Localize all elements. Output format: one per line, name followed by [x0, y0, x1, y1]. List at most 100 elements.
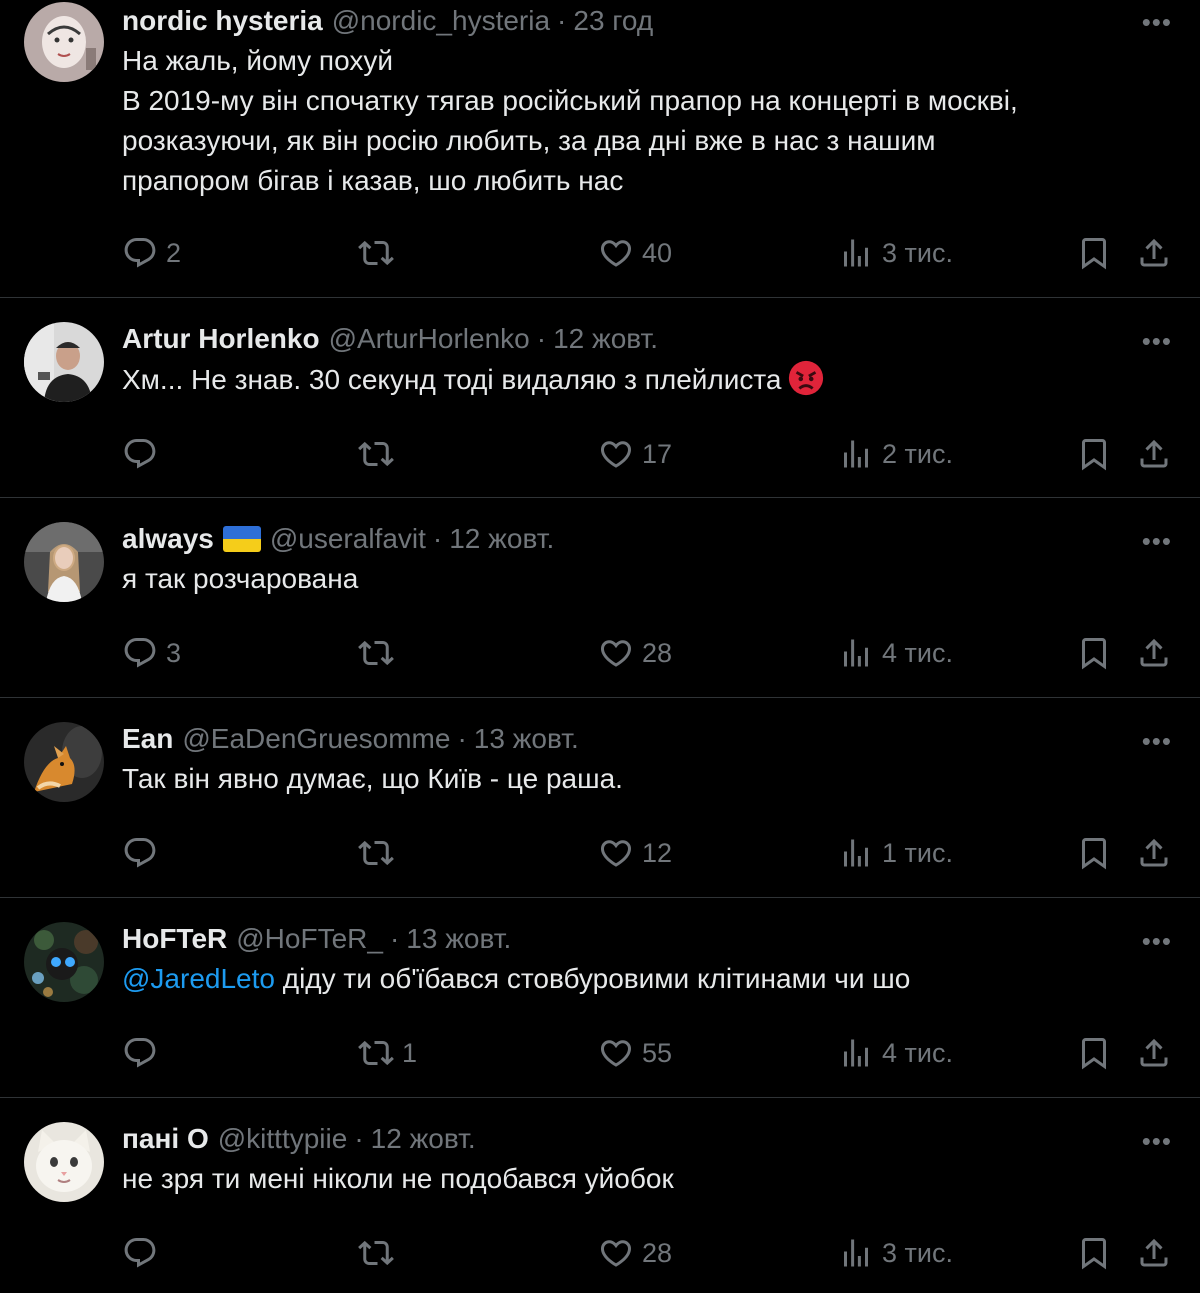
like-count: 40: [642, 237, 673, 268]
like-button[interactable]: 17: [598, 424, 672, 484]
tweet-text-line: прапором бігав і казав, шо любить нас: [122, 165, 624, 196]
display-name[interactable]: always: [122, 519, 214, 559]
reply-icon: [122, 1035, 158, 1071]
display-name[interactable]: пані О: [122, 1119, 209, 1159]
display-name[interactable]: Ean: [122, 719, 173, 759]
avatar[interactable]: [24, 2, 104, 82]
user-handle[interactable]: @ArturHorlenko: [329, 319, 530, 359]
tweet[interactable]: nordic hysteria @nordic_hysteria · 23 го…: [0, 0, 1200, 298]
like-button[interactable]: 40: [598, 223, 672, 283]
mention-link[interactable]: @JaredLeto: [122, 963, 275, 994]
bookmark-button[interactable]: [1076, 1223, 1112, 1283]
avatar[interactable]: [24, 522, 104, 602]
timestamp[interactable]: 12 жовт.: [449, 519, 554, 559]
bookmark-icon: [1076, 835, 1112, 871]
like-count: 28: [642, 637, 673, 668]
retweet-button[interactable]: 1: [358, 1023, 417, 1083]
like-button[interactable]: 28: [598, 1223, 672, 1283]
bookmark-button[interactable]: [1076, 424, 1112, 484]
share-button[interactable]: [1136, 424, 1172, 484]
more-options-icon[interactable]: •••: [1142, 1128, 1172, 1154]
user-handle[interactable]: @useralfavit: [270, 519, 426, 559]
bar-chart-icon: [838, 835, 874, 871]
tweet[interactable]: always @useralfavit · 12 жовт. ••• я так…: [0, 498, 1200, 698]
tweet-text-line: В 2019-му він спочатку тягав російський …: [122, 85, 1018, 116]
display-name[interactable]: Artur Horlenko: [122, 319, 320, 359]
tweet-text: не зря ти мені ніколи не подобався уйобо…: [122, 1163, 674, 1194]
avatar[interactable]: [24, 322, 104, 402]
tweet[interactable]: Artur Horlenko @ArturHorlenko · 12 жовт.…: [0, 298, 1200, 498]
display-name[interactable]: HoFTeR: [122, 919, 227, 959]
bookmark-button[interactable]: [1076, 623, 1112, 683]
view-count: 2 тис.: [882, 438, 953, 469]
user-handle[interactable]: @kitttypiie: [218, 1119, 348, 1159]
bookmark-button[interactable]: [1076, 223, 1112, 283]
retweet-icon: [358, 1235, 394, 1271]
share-icon: [1136, 635, 1172, 671]
reply-button[interactable]: [122, 1023, 166, 1083]
share-button[interactable]: [1136, 1223, 1172, 1283]
user-handle[interactable]: @nordic_hysteria: [332, 1, 550, 41]
views-button[interactable]: 4 тис.: [838, 623, 953, 683]
timestamp[interactable]: 12 жовт.: [371, 1119, 476, 1159]
reply-button[interactable]: [122, 424, 166, 484]
avatar[interactable]: [24, 1122, 104, 1202]
separator-dot: ·: [389, 923, 400, 954]
tweet-text: @JaredLeto діду ти об'їбався стовбуровим…: [122, 959, 1170, 999]
timestamp[interactable]: 12 жовт.: [553, 319, 658, 359]
reply-button[interactable]: [122, 823, 166, 883]
reply-count: 2: [166, 237, 182, 268]
retweet-button[interactable]: [358, 424, 402, 484]
like-button[interactable]: 28: [598, 623, 672, 683]
like-button[interactable]: 12: [598, 823, 672, 883]
share-button[interactable]: [1136, 223, 1172, 283]
views-button[interactable]: 1 тис.: [838, 823, 953, 883]
bar-chart-icon: [838, 635, 874, 671]
user-handle[interactable]: @EaDenGruesomme: [182, 719, 450, 759]
reply-button[interactable]: [122, 1223, 166, 1283]
share-icon: [1136, 436, 1172, 472]
tweet[interactable]: HoFTeR @HoFTeR_ · 13 жовт. ••• @JaredLet…: [0, 898, 1200, 1098]
share-button[interactable]: [1136, 823, 1172, 883]
avatar[interactable]: [24, 722, 104, 802]
tweet[interactable]: пані О @kitttypiie · 12 жовт. ••• не зря…: [0, 1098, 1200, 1293]
tweet[interactable]: Ean @EaDenGruesomme · 13 жовт. ••• Так в…: [0, 698, 1200, 898]
bookmark-button[interactable]: [1076, 1023, 1112, 1083]
more-options-icon[interactable]: •••: [1142, 928, 1172, 954]
share-button[interactable]: [1136, 623, 1172, 683]
more-options-icon[interactable]: •••: [1142, 728, 1172, 754]
tweet-text: я так розчарована: [122, 563, 359, 594]
timestamp[interactable]: 13 жовт.: [474, 719, 579, 759]
separator-dot: ·: [354, 1123, 364, 1154]
like-button[interactable]: 55: [598, 1023, 672, 1083]
retweet-button[interactable]: [358, 223, 402, 283]
timestamp[interactable]: 23 год: [573, 1, 653, 41]
heart-icon: [598, 635, 634, 671]
retweet-button[interactable]: [358, 1223, 402, 1283]
views-button[interactable]: 4 тис.: [838, 1023, 953, 1083]
timestamp[interactable]: 13 жовт.: [406, 919, 511, 959]
view-count: 4 тис.: [882, 1037, 953, 1068]
retweet-button[interactable]: [358, 823, 402, 883]
tweet-actions: 3 28 4 тис.: [122, 623, 1170, 683]
retweet-icon: [358, 635, 394, 671]
views-button[interactable]: 3 тис.: [838, 1223, 953, 1283]
share-button[interactable]: [1136, 1023, 1172, 1083]
avatar[interactable]: [24, 922, 104, 1002]
reply-button[interactable]: 2: [122, 223, 181, 283]
tweet-text: Хм... Не знав. 30 секунд тоді видаляю з …: [122, 359, 1170, 400]
retweet-button[interactable]: [358, 623, 402, 683]
views-button[interactable]: 2 тис.: [838, 424, 953, 484]
views-button[interactable]: 3 тис.: [838, 223, 953, 283]
more-options-icon[interactable]: •••: [1142, 528, 1172, 554]
bookmark-button[interactable]: [1076, 823, 1112, 883]
user-handle[interactable]: @HoFTeR_: [236, 919, 383, 959]
display-name[interactable]: nordic hysteria: [122, 1, 323, 41]
retweet-icon: [358, 835, 394, 871]
like-count: 12: [642, 837, 673, 868]
bar-chart-icon: [838, 436, 874, 472]
reply-button[interactable]: 3: [122, 623, 181, 683]
more-options-icon[interactable]: •••: [1142, 328, 1172, 354]
more-options-icon[interactable]: •••: [1142, 9, 1172, 35]
angry-face-emoji: [789, 360, 824, 396]
